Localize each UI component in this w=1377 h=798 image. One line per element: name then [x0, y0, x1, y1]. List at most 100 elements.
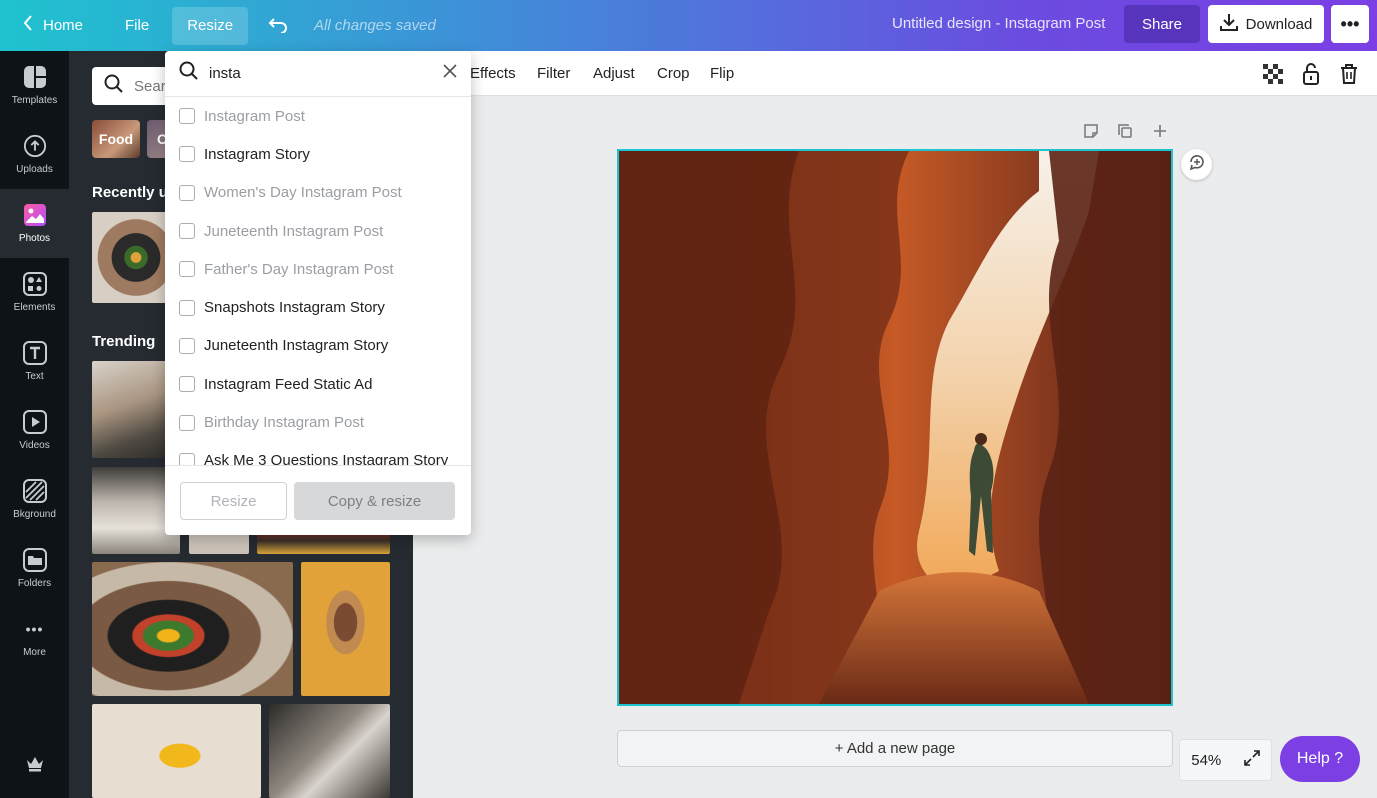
home-button[interactable]: Home: [8, 7, 98, 45]
checkbox[interactable]: [179, 108, 195, 125]
rail-item-templates[interactable]: Templates: [0, 51, 69, 120]
rail-label: More: [23, 647, 46, 658]
rail-label: Templates: [11, 95, 58, 106]
flip-button[interactable]: Flip: [710, 65, 734, 82]
text-icon: [22, 341, 47, 365]
help-button[interactable]: Help ?: [1280, 736, 1360, 782]
photo-thumbnail[interactable]: [92, 704, 261, 798]
home-label: Home: [43, 17, 84, 34]
expand-icon[interactable]: [1243, 750, 1260, 770]
resize-option-label: Birthday Instagram Post: [204, 414, 365, 432]
undo-button[interactable]: [256, 7, 300, 45]
photo-thumbnail[interactable]: [269, 704, 390, 798]
resize-option-list[interactable]: Instagram Post Instagram Story Women's D…: [165, 97, 471, 465]
photo-thumbnail[interactable]: [92, 361, 172, 458]
resize-option-label: Women's Day Instagram Post: [204, 184, 402, 202]
transparency-icon[interactable]: [1261, 62, 1285, 86]
checkbox[interactable]: [179, 452, 195, 465]
adjust-button[interactable]: Adjust: [593, 65, 635, 82]
resize-option[interactable]: Instagram Post: [165, 97, 471, 135]
checkbox[interactable]: [179, 299, 195, 316]
comment-refresh-icon: [1187, 152, 1207, 177]
photo-thumbnail[interactable]: [301, 562, 390, 696]
rail-item-videos[interactable]: Videos: [0, 396, 69, 465]
premium-button[interactable]: [0, 729, 69, 798]
resize-option[interactable]: Women's Day Instagram Post: [165, 174, 471, 212]
copy-and-resize-button[interactable]: Copy & resize: [294, 482, 455, 520]
crop-button[interactable]: Crop: [657, 65, 690, 82]
add-page-icon[interactable]: [1150, 121, 1170, 141]
add-comment-button[interactable]: [1181, 149, 1212, 180]
rail-item-folders[interactable]: Folders: [0, 534, 69, 603]
rail-label: Folders: [17, 578, 52, 589]
rail-label: Elements: [13, 302, 56, 313]
trash-icon[interactable]: [1337, 62, 1361, 86]
resize-dropdown: insta Instagram Post Instagram Story Wom…: [165, 51, 471, 535]
effects-button[interactable]: Effects: [470, 65, 516, 82]
rail-label: Uploads: [16, 164, 53, 175]
add-new-page-button[interactable]: + Add a new page: [617, 730, 1173, 767]
rail-item-more[interactable]: ••• More: [0, 603, 69, 672]
design-title[interactable]: Untitled design - Instagram Post: [892, 15, 1105, 32]
resize-option[interactable]: Instagram Feed Static Ad: [165, 365, 471, 403]
resize-option-label: Ask Me 3 Questions Instagram Story: [204, 452, 449, 465]
image-toolbar: Effects Filter Adjust Crop Flip: [413, 51, 1377, 96]
lock-icon[interactable]: [1299, 62, 1323, 86]
photo-thumbnail[interactable]: [92, 562, 293, 696]
templates-icon: [23, 65, 47, 89]
more-options-button[interactable]: •••: [1331, 5, 1369, 43]
rail-item-background[interactable]: Bkground: [0, 465, 69, 534]
hatch-icon: [22, 479, 47, 503]
download-button[interactable]: Download: [1208, 5, 1324, 43]
checkbox[interactable]: [179, 146, 195, 163]
resize-option-label: Snapshots Instagram Story: [204, 299, 385, 317]
resize-search-value[interactable]: insta: [209, 65, 433, 82]
share-button[interactable]: Share: [1124, 5, 1200, 43]
design-canvas[interactable]: [617, 149, 1173, 706]
left-rail: Templates Uploads Photos Elements Text V…: [0, 51, 69, 798]
crown-icon: [23, 752, 47, 776]
chip-food[interactable]: Food: [92, 120, 140, 158]
resize-option[interactable]: Ask Me 3 Questions Instagram Story: [165, 442, 471, 465]
upload-cloud-icon: [23, 134, 47, 158]
resize-option[interactable]: Juneteenth Instagram Story: [165, 327, 471, 365]
search-icon: [104, 74, 124, 98]
zoom-control[interactable]: 54%: [1179, 739, 1272, 781]
file-menu-button[interactable]: File: [110, 7, 164, 45]
rail-item-uploads[interactable]: Uploads: [0, 120, 69, 189]
resize-option-label: Juneteenth Instagram Post: [204, 222, 384, 240]
close-icon[interactable]: [443, 64, 457, 83]
resize-option[interactable]: Instagram Story: [165, 135, 471, 173]
page-notes-icon[interactable]: [1081, 121, 1101, 141]
duplicate-page-icon[interactable]: [1115, 121, 1135, 141]
resize-option[interactable]: Birthday Instagram Post: [165, 403, 471, 441]
filter-button[interactable]: Filter: [537, 65, 570, 82]
checkbox[interactable]: [179, 184, 195, 201]
play-icon: [22, 410, 47, 434]
resize-option[interactable]: Father's Day Instagram Post: [165, 250, 471, 288]
photo-thumbnail[interactable]: [92, 212, 172, 303]
checkbox[interactable]: [179, 414, 195, 431]
photo-icon: [23, 203, 47, 227]
checkbox[interactable]: [179, 223, 195, 240]
rail-item-elements[interactable]: Elements: [0, 258, 69, 327]
ellipsis-icon: •••: [1340, 13, 1360, 34]
resize-option-label: Instagram Post: [204, 107, 305, 125]
checkbox[interactable]: [179, 376, 195, 393]
resize-option[interactable]: Snapshots Instagram Story: [165, 288, 471, 326]
checkbox[interactable]: [179, 261, 195, 278]
shapes-icon: [22, 272, 47, 296]
rail-label: Text: [25, 371, 44, 382]
canyon-photo: [619, 151, 1171, 704]
resize-option[interactable]: Juneteenth Instagram Post: [165, 212, 471, 250]
resize-search-field[interactable]: insta: [165, 51, 471, 97]
rail-item-text[interactable]: Text: [0, 327, 69, 396]
search-icon: [179, 61, 199, 86]
undo-icon: [268, 13, 288, 39]
folder-icon: [22, 548, 47, 572]
resize-option-label: Instagram Feed Static Ad: [204, 375, 373, 393]
checkbox[interactable]: [179, 337, 195, 354]
rail-item-photos[interactable]: Photos: [0, 189, 69, 258]
resize-menu-button[interactable]: Resize: [172, 6, 249, 45]
resize-button[interactable]: Resize: [180, 482, 287, 520]
